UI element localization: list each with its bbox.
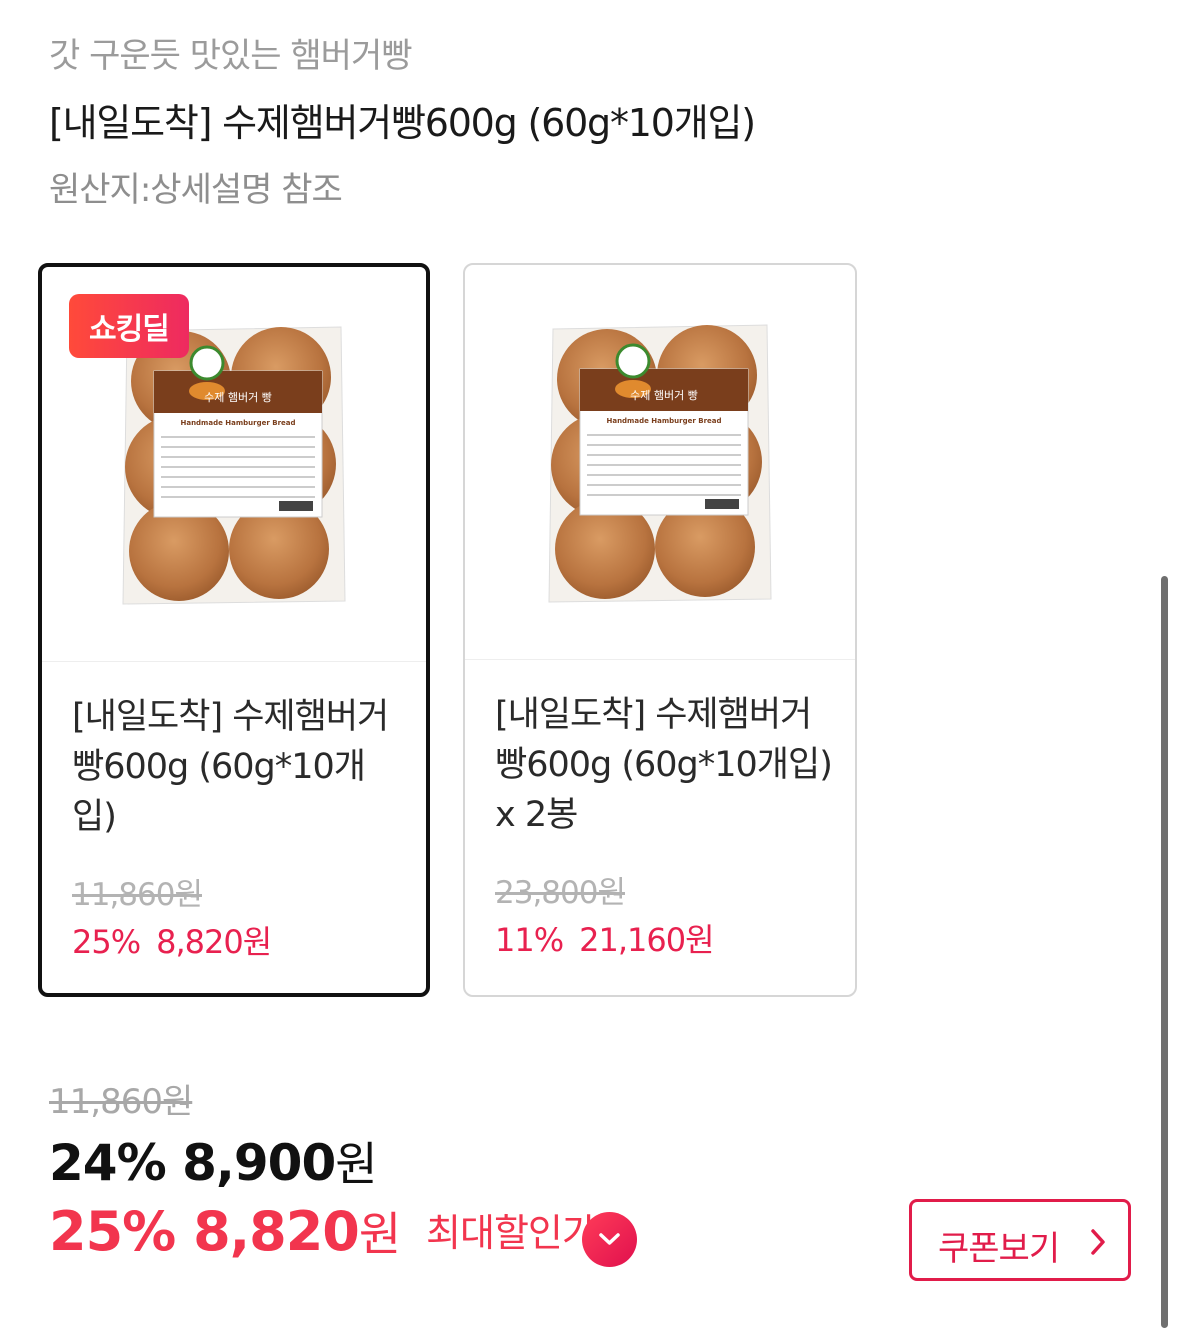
- package-label-title: 수제 햄버거 빵: [630, 389, 698, 402]
- product-origin: 원산지:상세설명 참조: [49, 170, 343, 210]
- product-subtitle: 갓 구운듯 맛있는 햄버거빵: [49, 36, 413, 76]
- option-discount: 25%: [72, 923, 141, 961]
- current-unit: 원: [335, 1137, 377, 1191]
- coupon-view-button[interactable]: 쿠폰보기: [909, 1199, 1131, 1281]
- best-amount: 8,820: [193, 1200, 360, 1263]
- best-price-label: 최대할인가: [426, 1211, 597, 1255]
- option-original-price: 23,800원: [495, 875, 626, 911]
- option-name: [내일도착] 수제햄버거빵600g (60g*10개입) x 2봉: [495, 695, 833, 835]
- product-image: 수제 햄버거 빵 Handmade Hamburger Bread: [465, 265, 855, 660]
- current-discount: 24%: [49, 1134, 167, 1192]
- package-label-subtitle: Handmade Hamburger Bread: [606, 417, 721, 425]
- product-title: [내일도착] 수제햄버거빵600g (60g*10개입): [49, 101, 756, 145]
- package-label-subtitle: Handmade Hamburger Bread: [180, 419, 295, 427]
- best-unit: 원: [358, 1207, 401, 1261]
- option-sale-price: 8,820원: [156, 923, 272, 961]
- coupon-button-label: 쿠폰보기: [938, 1229, 1060, 1269]
- option-sale: 11% 21,160원: [495, 915, 715, 961]
- current-price: 24% 8,900원: [49, 1128, 378, 1194]
- chevron-right-icon: [1091, 1229, 1105, 1255]
- best-discount: 25%: [49, 1200, 176, 1263]
- option-name: [내일도착] 수제햄버거빵600g (60g*10개입): [72, 697, 389, 837]
- option-sale: 25% 8,820원: [72, 917, 272, 963]
- scrollbar[interactable]: [1161, 576, 1168, 1328]
- chevron-down-icon: [599, 1233, 620, 1245]
- current-amount: 8,900: [182, 1134, 336, 1192]
- bread-package-illustration: 수제 햄버거 빵 Handmade Hamburger Bread: [548, 324, 772, 603]
- option-card-2[interactable]: 수제 햄버거 빵 Handmade Hamburger Bread [내일도착]…: [463, 263, 857, 997]
- best-price-toggle-button[interactable]: [582, 1212, 637, 1267]
- bread-package-illustration: 수제 햄버거 빵 Handmade Hamburger Bread: [122, 326, 346, 605]
- option-discount: 11%: [495, 921, 564, 959]
- shocking-deal-badge: 쇼킹딜: [69, 294, 189, 358]
- original-price: 11,860원: [49, 1082, 193, 1122]
- best-price: 25% 8,820원 최대할인가: [49, 1198, 597, 1264]
- option-card-1[interactable]: 수제 햄버거 빵 Handmade Hamburger Bread 쇼킹딜 [내…: [38, 263, 430, 997]
- option-original-price: 11,860원: [72, 877, 203, 913]
- package-label-title: 수제 햄버거 빵: [204, 391, 272, 404]
- option-sale-price: 21,160원: [579, 921, 714, 959]
